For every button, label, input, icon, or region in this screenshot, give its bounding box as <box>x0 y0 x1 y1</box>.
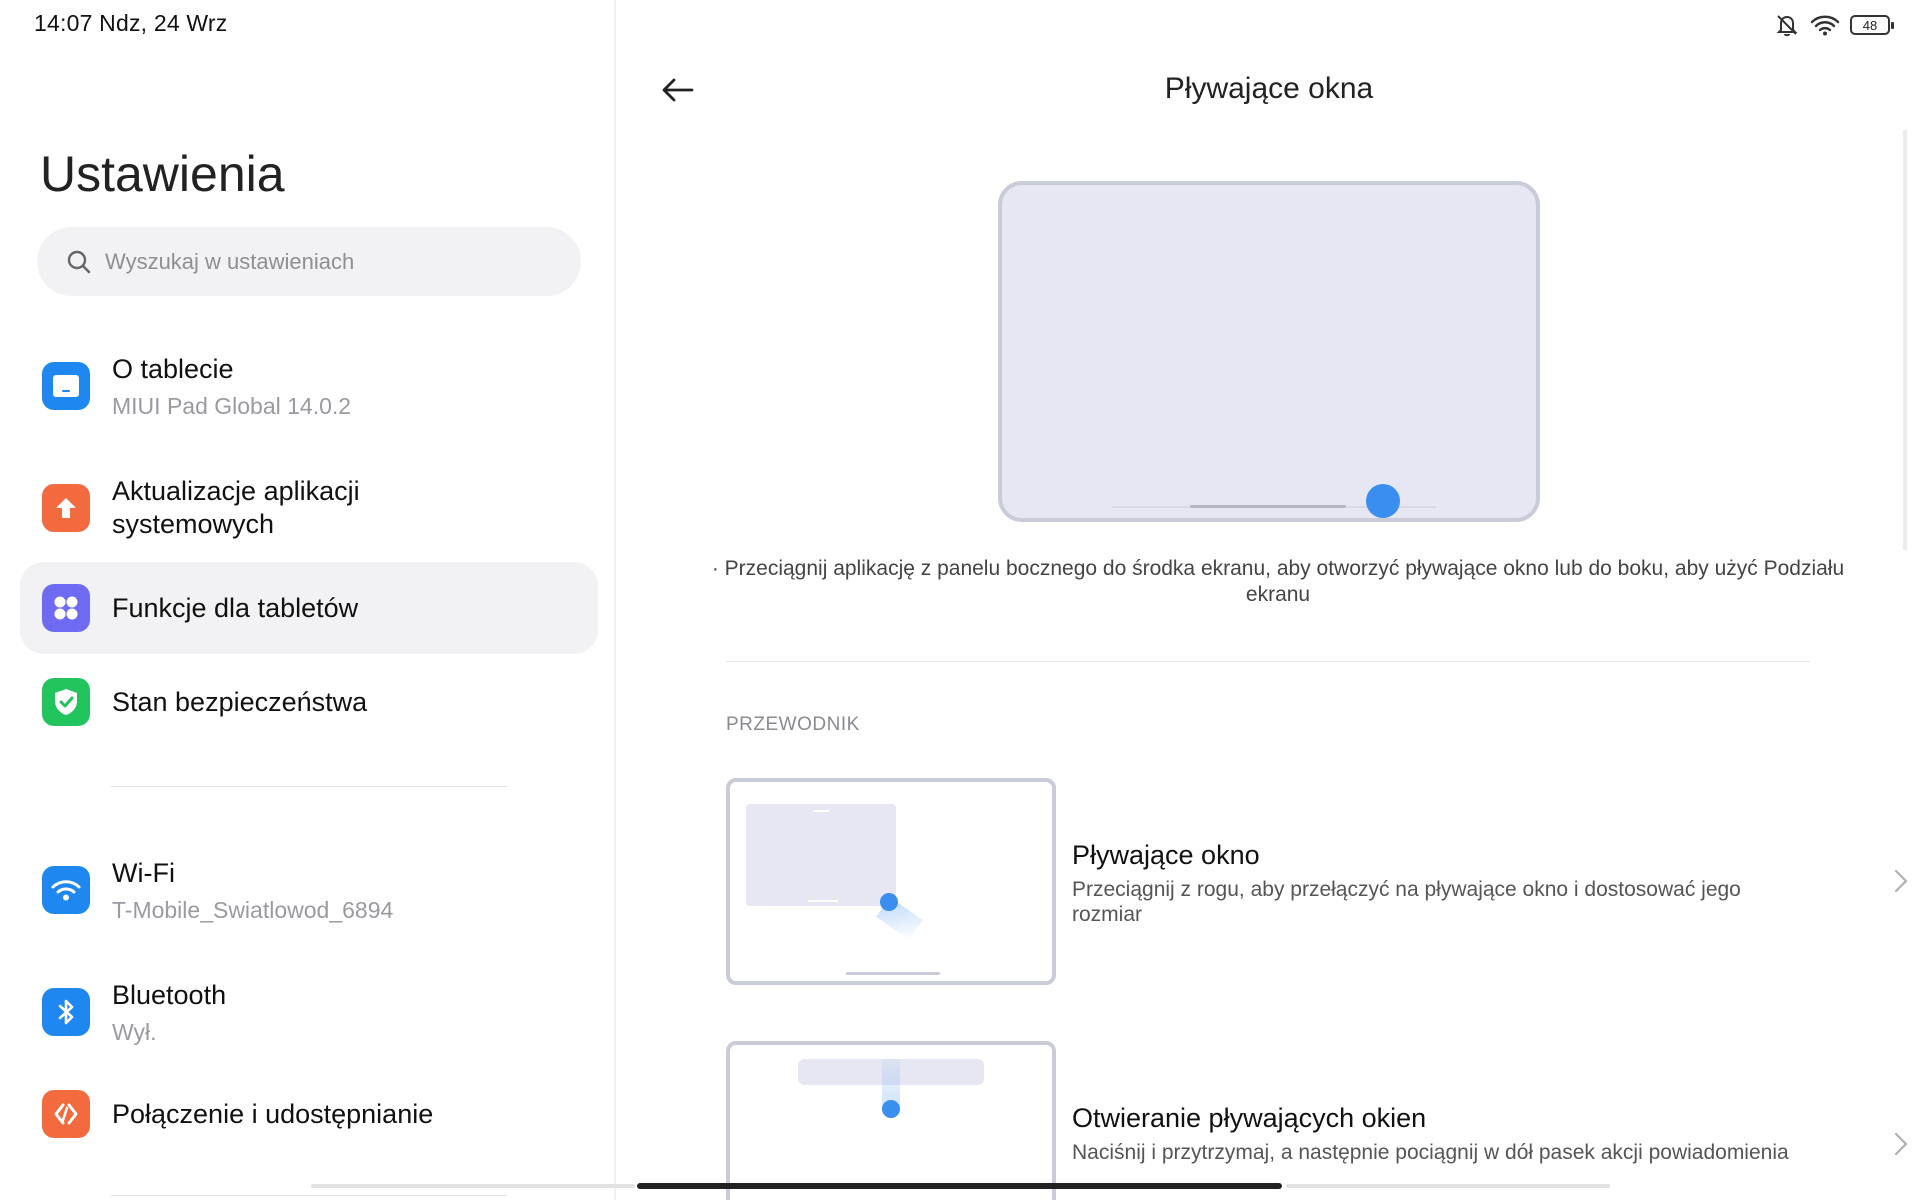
sidebar-divider <box>111 1195 507 1196</box>
guide-thumbnail <box>726 1041 1056 1200</box>
content-divider <box>726 661 1810 662</box>
chevron-right-icon <box>1894 869 1908 893</box>
gesture-bar-faint <box>311 1184 635 1188</box>
sidebar-item-security-status[interactable]: Stan bezpieczeństwa <box>20 656 598 748</box>
section-header-guide: PRZEWODNIK <box>726 714 860 735</box>
floating-windows-page: 48 Pływające okna · Przeciągnij aplikacj… <box>618 0 1920 1200</box>
guide-open-floating-windows[interactable]: Otwieranie pływających okien Naciśnij i … <box>726 1041 1908 1200</box>
tablet-icon <box>42 362 90 410</box>
sidebar-item-wifi[interactable]: Wi-Fi T-Mobile_Swiatlowod_6894 <box>20 842 598 938</box>
sidebar-item-label: Wi-Fi <box>112 857 175 888</box>
sidebar-item-label: Aktualizacje aplikacji <box>112 476 360 506</box>
home-gesture-bar[interactable] <box>637 1183 1282 1189</box>
guide-floating-window[interactable]: Pływające okno Przeciągnij z rogu, aby p… <box>726 778 1908 988</box>
settings-title: Ustawienia <box>40 146 285 202</box>
bell-muted-icon <box>1776 15 1798 37</box>
battery-icon: 48 <box>1850 15 1894 35</box>
sidebar-divider <box>111 786 507 787</box>
sidebar-item-label: O tablecie <box>112 353 234 384</box>
preview-bar-faint <box>1112 506 1192 508</box>
status-icons: 48 <box>1774 12 1894 38</box>
preview-touch-dot <box>1366 484 1400 518</box>
thumb-window-bar <box>808 900 838 902</box>
thumb-touch-dot <box>880 893 898 911</box>
search-input[interactable]: Wyszukaj w ustawieniach <box>37 227 581 296</box>
guide-title: Pływające okno <box>1072 840 1260 870</box>
search-placeholder: Wyszukaj w ustawieniach <box>105 248 355 274</box>
sidebar-item-sub: Wył. <box>112 1018 157 1045</box>
sidebar-item-label: Stan bezpieczeństwa <box>112 686 368 717</box>
wifi-icon <box>42 866 90 914</box>
connection-icon <box>42 1090 90 1138</box>
guide-subtitle: Przeciągnij z rogu, aby przełączyć na pł… <box>1072 878 1741 926</box>
chevron-right-icon <box>1894 1132 1908 1156</box>
sidebar-item-about-tablet[interactable]: O tablecie MIUI Pad Global 14.0.2 <box>20 338 598 434</box>
thumb-touch-dot <box>882 1100 900 1118</box>
sidebar-item-sub: MIUI Pad Global 14.0.2 <box>112 392 352 419</box>
preview-home-bar <box>1190 505 1346 508</box>
sidebar-item-bluetooth[interactable]: Bluetooth Wył. <box>20 964 598 1060</box>
guide-subtitle: Naciśnij i przytrzymaj, a następnie poci… <box>1072 1141 1789 1164</box>
page-title: Pływające okna <box>1164 72 1374 105</box>
sidebar-item-system-app-updates[interactable]: Aktualizacje aplikacji systemowych <box>20 460 598 556</box>
grid-dots-icon <box>42 584 90 632</box>
battery-level: 48 <box>1862 17 1878 33</box>
sidebar-item-sub: T-Mobile_Swiatlowod_6894 <box>112 896 394 923</box>
wifi-signal-icon <box>1810 15 1840 36</box>
sidebar-item-label: Funkcje dla tabletów <box>112 592 359 623</box>
search-icon <box>67 250 91 273</box>
floating-window-animation-preview <box>998 181 1540 522</box>
shield-check-icon <box>42 678 90 726</box>
settings-sidebar: 14:07 Ndz, 24 Wrz Ustawienia Wyszukaj w … <box>0 0 616 1200</box>
update-arrow-icon <box>42 484 90 532</box>
sidebar-item-label-line2: systemowych <box>112 509 275 539</box>
guide-thumbnail <box>726 778 1056 985</box>
bluetooth-icon <box>42 988 90 1036</box>
guide-title: Otwieranie pływających okien <box>1072 1103 1427 1133</box>
thumb-window <box>746 804 896 906</box>
sidebar-item-tablet-features[interactable]: Funkcje dla tabletów <box>20 562 598 654</box>
thumb-home-bar <box>846 972 940 975</box>
gesture-bar-faint <box>1286 1184 1610 1188</box>
instruction-text: · Przeciągnij aplikację z panelu boczneg… <box>711 557 1845 606</box>
sidebar-item-connection-sharing[interactable]: Połączenie i udostępnianie <box>20 1068 598 1160</box>
thumb-window-handle <box>813 810 829 812</box>
status-clock: 14:07 Ndz, 24 Wrz <box>34 10 228 36</box>
sidebar-item-label: Połączenie i udostępnianie <box>112 1098 434 1129</box>
sidebar-item-label: Bluetooth <box>112 979 227 1010</box>
scroll-indicator[interactable] <box>1903 130 1907 550</box>
